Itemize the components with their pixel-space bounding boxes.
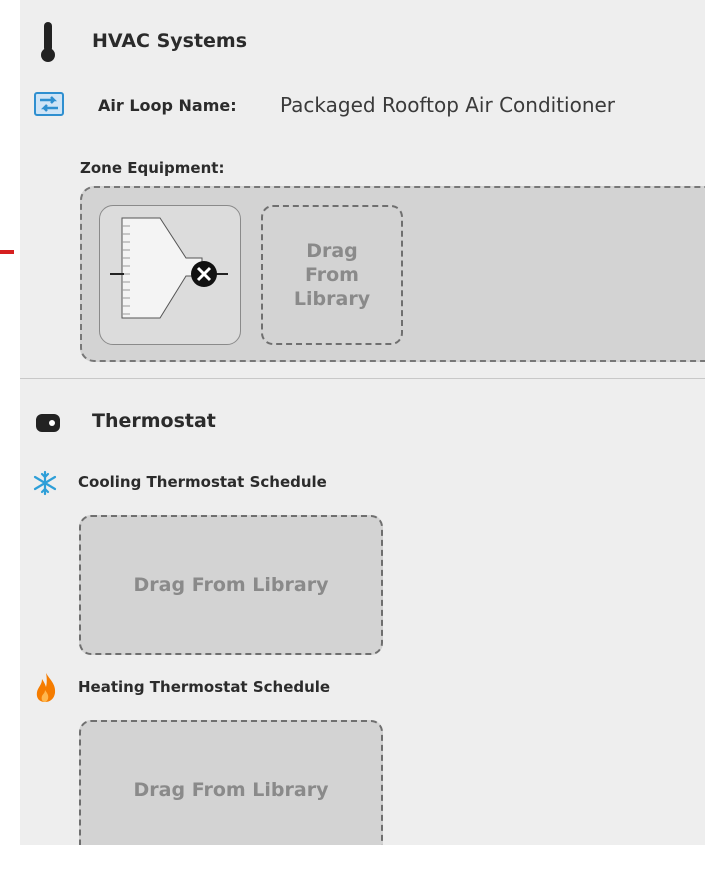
air-loop-icon	[34, 92, 64, 116]
air-loop-label: Air Loop Name:	[98, 96, 237, 115]
thermostat-title: Thermostat	[92, 410, 216, 432]
thermometer-icon	[41, 22, 55, 62]
air-loop-name[interactable]: Packaged Rooftop Air Conditioner	[280, 93, 615, 117]
heating-schedule-label: Heating Thermostat Schedule	[78, 678, 331, 696]
zone-equipment-label: Zone Equipment:	[80, 159, 225, 177]
thermostat-icon	[36, 414, 60, 432]
zone-drop-target[interactable]: Drag From Library	[261, 205, 403, 345]
section-divider	[20, 378, 705, 379]
cooling-schedule-drop-target[interactable]: Drag From Library	[79, 515, 383, 655]
cooling-schedule-label: Cooling Thermostat Schedule	[78, 473, 327, 491]
diffuser-terminal-icon	[110, 217, 228, 319]
zone-equipment-item[interactable]	[99, 205, 241, 345]
heating-schedule-drop-target[interactable]: Drag From Library	[79, 720, 383, 845]
snowflake-icon	[33, 470, 57, 496]
hvac-title: HVAC Systems	[92, 30, 248, 52]
flame-icon	[36, 673, 56, 702]
hvac-panel: HVAC Systems Air Loop Name: Packaged Roo…	[20, 0, 705, 845]
